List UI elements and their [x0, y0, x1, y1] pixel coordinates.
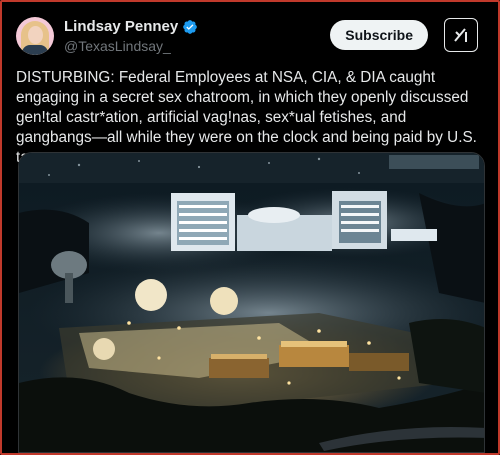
- grok-icon[interactable]: [444, 18, 478, 52]
- author-handle[interactable]: @TexasLindsay_: [64, 38, 198, 54]
- post-card: Lindsay Penney @TexasLindsay_ Subscribe …: [2, 2, 498, 453]
- author-display-name[interactable]: Lindsay Penney: [64, 18, 178, 35]
- night-aerial-photo: [19, 153, 484, 452]
- post-image[interactable]: [18, 152, 485, 453]
- author-info: Lindsay Penney @TexasLindsay_: [64, 18, 198, 54]
- avatar[interactable]: [16, 17, 54, 55]
- author-name-row: Lindsay Penney: [64, 18, 198, 35]
- post-header: Lindsay Penney @TexasLindsay_ Subscribe: [16, 14, 484, 58]
- verified-badge-icon[interactable]: [182, 19, 198, 35]
- subscribe-button[interactable]: Subscribe: [330, 20, 428, 50]
